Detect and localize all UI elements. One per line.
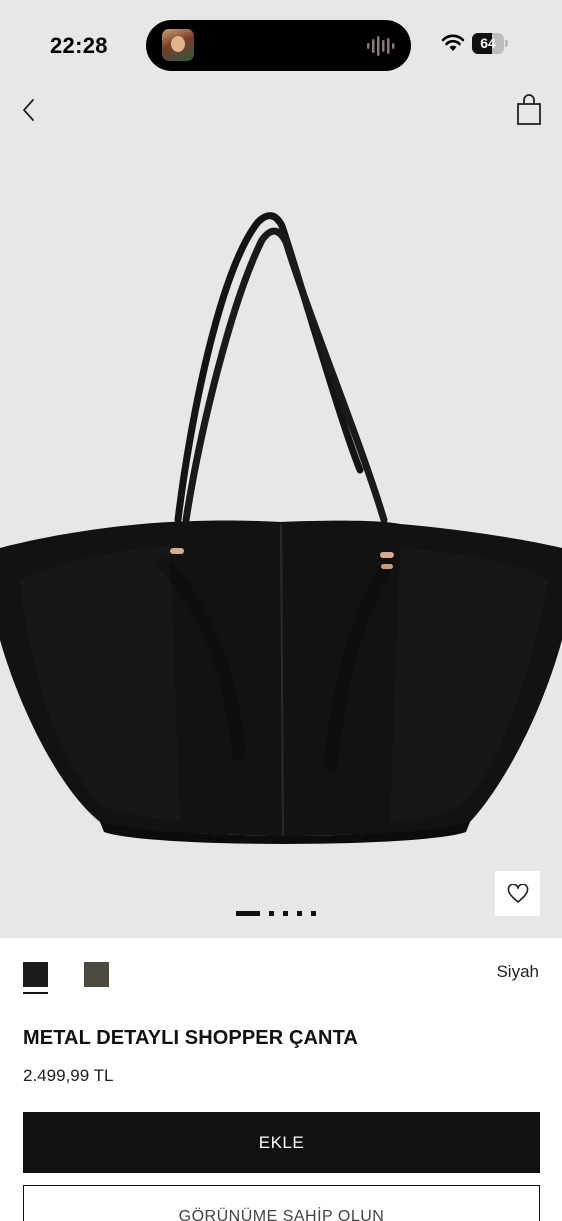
image-pagination [236,910,316,916]
color-swatch-dark-olive[interactable] [84,962,109,987]
carousel-dot[interactable] [297,910,302,916]
carousel-dot[interactable] [236,910,260,916]
get-the-look-label: GÖRÜNÜME SAHİP OLUN [178,1208,385,1221]
shopping-bag-button[interactable] [512,92,546,128]
back-button[interactable] [14,92,46,128]
wishlist-button[interactable] [495,871,540,916]
product-title: METAL DETAYLI SHOPPER ÇANTA [23,1027,358,1049]
carousel-dot[interactable] [311,910,316,916]
carousel-dot[interactable] [269,910,274,916]
heart-icon [507,883,528,903]
battery-icon: 64 [472,33,508,54]
chevron-left-icon [23,99,34,121]
selected-swatch-indicator [23,992,48,994]
selected-color-name: Siyah [496,962,539,981]
status-bar: 22:28 64 [0,0,562,90]
clock: 22:28 [50,33,108,58]
carousel-dot[interactable] [283,910,288,916]
product-image[interactable] [0,0,562,938]
add-to-cart-button[interactable]: EKLE [23,1112,540,1173]
wifi-icon [441,34,465,51]
battery-percentage: 64 [480,35,496,51]
now-playing-artwork-icon [162,29,194,61]
color-swatch-black[interactable] [23,962,48,987]
tote-bag-photo [0,212,562,844]
dynamic-island[interactable] [146,20,411,71]
audio-waveform-icon [367,36,395,56]
shopping-bag-icon [517,94,541,125]
get-the-look-button[interactable]: GÖRÜNÜME SAHİP OLUN [23,1185,540,1221]
product-price: 2.499,99 TL [23,1066,114,1085]
